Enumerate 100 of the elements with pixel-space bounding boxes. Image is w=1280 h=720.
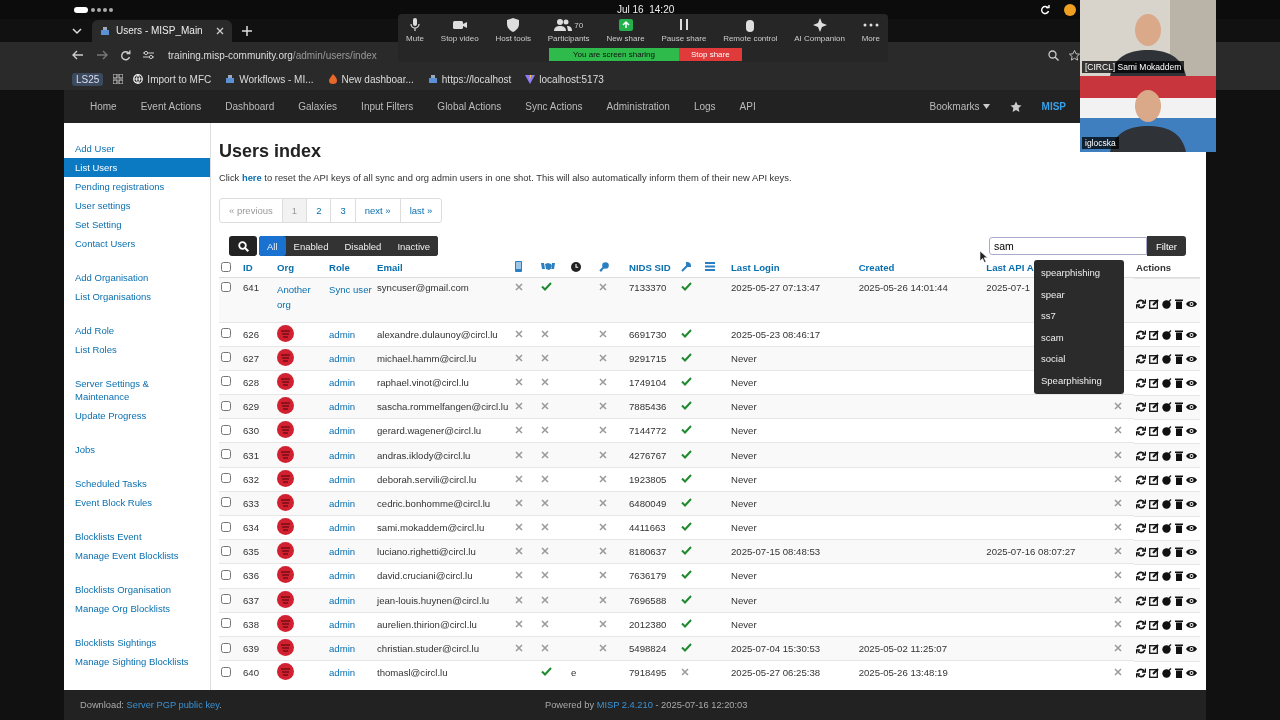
version-link[interactable]: MISP 2.4.210 [596,700,653,710]
suggestion-item[interactable]: ss7 [1034,305,1124,327]
select-all-checkbox[interactable] [221,261,231,272]
column-header[interactable]: Org [277,262,295,273]
nav-item[interactable]: Input Filters [361,101,414,112]
edit-icon[interactable] [1149,298,1159,309]
reset-key-icon[interactable] [1136,426,1146,437]
row-checkbox[interactable] [221,545,231,556]
brand-link[interactable]: MISP [1041,101,1066,112]
edit-icon[interactable] [1149,329,1159,340]
role-link[interactable]: admin [329,546,356,558]
row-checkbox[interactable] [221,497,231,508]
reset-key-icon[interactable] [1136,571,1146,582]
meeting-control[interactable]: New share [604,16,647,48]
sidebar-item[interactable]: Set Setting [64,215,210,234]
site-settings-icon[interactable] [143,50,154,60]
trash-icon[interactable] [1175,402,1183,413]
nav-item[interactable]: Dashboard [225,101,275,112]
column-header[interactable]: Email [377,262,403,273]
sidebar-item[interactable]: Server Settings & Maintenance [64,374,210,406]
org-logo-icon[interactable] [277,542,294,560]
workspace-indicator-icon[interactable] [74,6,114,13]
role-link[interactable]: admin [329,328,356,340]
bookmark-item[interactable]: New dashboar... [327,73,414,85]
reset-key-icon[interactable] [1136,329,1146,340]
eye-icon[interactable] [1186,645,1197,654]
address-bar[interactable]: training.misp-community.org/admin/users/index [168,49,377,61]
edit-icon[interactable] [1149,595,1159,606]
role-link[interactable]: admin [329,618,356,630]
notification-icon[interactable] [1064,3,1076,16]
org-logo-icon[interactable] [277,372,294,390]
bookmark-item[interactable]: https://localhost [427,73,512,85]
edit-icon[interactable] [1149,523,1159,534]
sidebar-item[interactable]: List Users [64,158,210,177]
org-logo-icon[interactable] [277,493,294,511]
column-header[interactable]: Last Login [731,262,780,273]
bomb-icon[interactable] [1162,571,1172,582]
edit-icon[interactable] [1149,571,1159,582]
org-logo-icon[interactable] [277,639,294,657]
bomb-icon[interactable] [1162,298,1172,309]
bomb-icon[interactable] [1162,426,1172,437]
nav-item[interactable]: Home [90,101,117,112]
edit-icon[interactable] [1149,377,1159,388]
suggestion-item[interactable]: Spearphishing [1034,369,1124,392]
sidebar-item[interactable]: User settings [64,196,210,215]
nav-item[interactable]: Administration [606,101,670,112]
reset-key-icon[interactable] [1136,644,1146,655]
meeting-control[interactable]: Remote control [721,16,780,48]
sidebar-item[interactable]: Blocklists Event [64,527,210,546]
filter-tab[interactable]: All [259,236,286,256]
sidebar-item[interactable]: List Organisations [64,287,210,306]
row-checkbox[interactable] [221,449,231,460]
sidebar-item[interactable]: Jobs [64,440,210,459]
edit-icon[interactable] [1149,402,1159,413]
suggestion-item[interactable]: spear [1034,283,1124,306]
reset-key-icon[interactable] [1136,298,1146,309]
row-checkbox[interactable] [221,594,231,605]
row-checkbox[interactable] [221,376,231,387]
reset-key-icon[interactable] [1136,498,1146,509]
reset-key-icon[interactable] [1136,353,1146,364]
bookmark-chip[interactable]: LS25 [72,72,104,86]
bookmark-item[interactable]: Import to MFC [133,73,212,85]
reset-key-icon[interactable] [1136,450,1146,461]
trash-icon[interactable] [1175,450,1183,461]
eye-icon[interactable] [1186,548,1197,557]
column-header[interactable]: Created [858,262,895,273]
reset-key-icon[interactable] [1136,619,1146,630]
eye-icon[interactable] [1186,330,1197,339]
row-checkbox[interactable] [221,352,231,363]
eye-icon[interactable] [1186,427,1197,436]
trash-icon[interactable] [1175,523,1183,534]
zoom-icon[interactable] [1048,49,1059,61]
sidebar-item[interactable]: Blocklists Organisation [64,580,210,599]
bomb-icon[interactable] [1162,402,1172,413]
nav-item[interactable]: Galaxies [298,101,338,112]
reset-key-icon[interactable] [1136,402,1146,413]
nav-item[interactable]: Event Actions [140,101,202,112]
eye-icon[interactable] [1186,378,1197,387]
sidebar-item[interactable]: Add Organisation [64,268,210,287]
org-logo-icon[interactable] [277,421,294,439]
edit-icon[interactable] [1149,353,1159,364]
reset-key-icon[interactable] [1136,547,1146,558]
new-tab-icon[interactable] [242,25,252,36]
bomb-icon[interactable] [1162,353,1172,364]
nav-item[interactable]: Logs [693,101,716,112]
role-link[interactable]: admin [329,352,356,364]
bomb-icon[interactable] [1162,474,1172,485]
trash-icon[interactable] [1175,668,1183,679]
sidebar-item[interactable]: Scheduled Tasks [64,474,210,493]
forward-icon[interactable] [96,50,108,60]
close-icon[interactable] [216,26,224,35]
role-link[interactable]: Sync user [329,284,372,295]
org-logo-icon[interactable] [277,566,294,584]
sidebar-item[interactable]: Contact Users [64,234,210,253]
bomb-icon[interactable] [1162,547,1172,558]
role-link[interactable]: admin [329,449,356,461]
sidebar-item[interactable]: Pending registrations [64,177,210,196]
role-link[interactable]: admin [329,522,356,534]
reset-key-icon[interactable] [1136,377,1146,388]
tab-list-icon[interactable] [72,26,82,35]
